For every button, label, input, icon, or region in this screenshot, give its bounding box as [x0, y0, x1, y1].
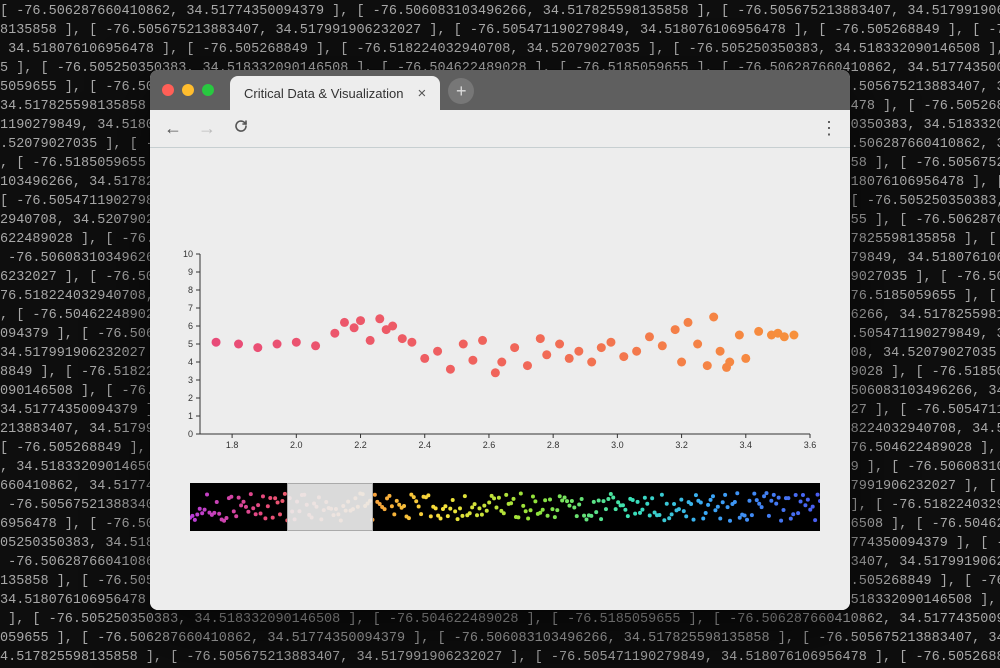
svg-text:9: 9 — [188, 267, 193, 277]
svg-text:2.4: 2.4 — [418, 440, 431, 450]
svg-text:2.0: 2.0 — [290, 440, 303, 450]
svg-text:4: 4 — [188, 357, 193, 367]
svg-text:0: 0 — [188, 429, 193, 439]
svg-text:3.4: 3.4 — [740, 440, 753, 450]
svg-text:1: 1 — [188, 411, 193, 421]
svg-text:8: 8 — [188, 285, 193, 295]
page-viewport: 0 1 2 3 4 5 6 7 8 9 10 1.8 2.0 2.2 2.4 2.6 2.8 3.0 3.2 3.4 3… — [150, 148, 850, 610]
svg-text:3.0: 3.0 — [611, 440, 624, 450]
svg-text:10: 10 — [183, 249, 193, 259]
tab-title: Critical Data & Visualization — [244, 86, 403, 101]
toolbar: ← → ⋮ — [150, 110, 850, 148]
svg-text:3: 3 — [188, 375, 193, 385]
back-button[interactable]: ← — [164, 118, 182, 139]
maximize-window-icon[interactable] — [202, 84, 214, 96]
overview-strip[interactable] — [190, 483, 820, 531]
reload-button[interactable] — [232, 118, 250, 139]
overview-svg — [190, 483, 820, 531]
svg-text:2: 2 — [188, 393, 193, 403]
svg-text:2.8: 2.8 — [547, 440, 560, 450]
svg-text:6: 6 — [188, 321, 193, 331]
svg-text:7: 7 — [188, 303, 193, 313]
new-tab-button[interactable]: + — [448, 78, 474, 104]
svg-text:5: 5 — [188, 339, 193, 349]
tab-strip: Critical Data & Visualization × + — [150, 70, 850, 110]
svg-text:2.6: 2.6 — [483, 440, 496, 450]
window-controls — [162, 84, 214, 96]
forward-button[interactable]: → — [198, 118, 216, 139]
kebab-menu-icon[interactable]: ⋮ — [820, 118, 836, 139]
brush-selection[interactable] — [287, 483, 373, 531]
reload-icon — [233, 118, 249, 134]
svg-text:3.6: 3.6 — [804, 440, 817, 450]
scatter-svg: 0 1 2 3 4 5 6 7 8 9 10 1.8 2.0 2.2 2.4 2.6 2.8 3.0 3.2 3.4 3… — [170, 248, 820, 458]
svg-text:1.8: 1.8 — [226, 440, 239, 450]
minimize-window-icon[interactable] — [182, 84, 194, 96]
close-tab-icon[interactable]: × — [413, 85, 430, 102]
svg-text:3.2: 3.2 — [675, 440, 688, 450]
svg-text:2.2: 2.2 — [354, 440, 367, 450]
close-window-icon[interactable] — [162, 84, 174, 96]
browser-window: Critical Data & Visualization × + ← → ⋮ … — [150, 70, 850, 610]
browser-tab[interactable]: Critical Data & Visualization × — [230, 76, 440, 110]
main-scatter-chart: 0 1 2 3 4 5 6 7 8 9 10 1.8 2.0 2.2 2.4 2.6 2.8 3.0 3.2 3.4 3… — [170, 248, 820, 458]
